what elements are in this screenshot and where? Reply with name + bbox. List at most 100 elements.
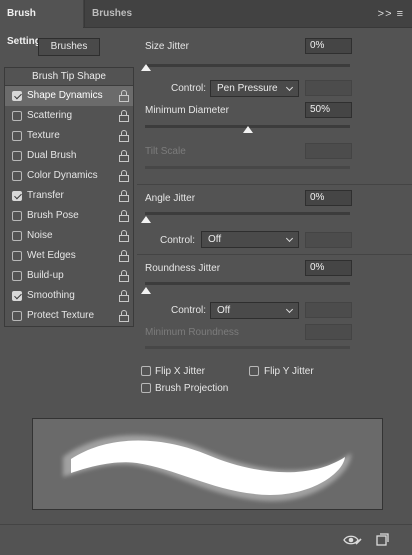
- sidebar-item-scattering[interactable]: Scattering: [5, 106, 133, 126]
- tab-brushes[interactable]: Brushes: [84, 0, 140, 28]
- minimum-diameter-field[interactable]: 50%: [305, 102, 352, 118]
- minimum-diameter-label: Minimum Diameter: [145, 105, 229, 116]
- tilt-scale-field: [305, 143, 352, 159]
- section-divider: [137, 184, 412, 185]
- lock-icon[interactable]: [119, 190, 129, 202]
- minimum-roundness-slider: [145, 346, 350, 349]
- lock-icon[interactable]: [119, 110, 129, 122]
- flip-y-checkbox[interactable]: [249, 366, 259, 376]
- sidebar-item-label: Dual Brush: [27, 150, 77, 161]
- lock-icon[interactable]: [119, 150, 129, 162]
- roundness-jitter-label: Roundness Jitter: [145, 263, 221, 274]
- minimum-roundness-label: Minimum Roundness: [145, 327, 239, 338]
- tab-brush-settings[interactable]: Brush Settings: [0, 0, 83, 47]
- lock-icon[interactable]: [119, 170, 129, 182]
- sidebar-item-checkbox[interactable]: [12, 111, 22, 121]
- roundness-jitter-slider[interactable]: [145, 282, 350, 285]
- sidebar-item-checkbox[interactable]: [12, 171, 22, 181]
- sidebar-item-color-dynamics[interactable]: Color Dynamics: [5, 166, 133, 186]
- panel-bottom-bar: [0, 524, 412, 555]
- new-preset-icon[interactable]: [375, 533, 389, 547]
- sidebar-item-checkbox[interactable]: [12, 231, 22, 241]
- brush-stroke-preview: [32, 418, 383, 510]
- roundness-jitter-field[interactable]: 0%: [305, 260, 352, 276]
- control2-dropdown[interactable]: Off: [201, 231, 299, 248]
- control2-value: Off: [208, 234, 222, 245]
- size-jitter-label: Size Jitter: [145, 41, 189, 52]
- size-jitter-field[interactable]: 0%: [305, 38, 352, 54]
- sidebar-item-transfer[interactable]: Transfer: [5, 186, 133, 206]
- sidebar-item-shape-dynamics[interactable]: Shape Dynamics: [5, 86, 133, 106]
- flip-y-label: Flip Y Jitter: [264, 366, 314, 377]
- brushes-button[interactable]: Brushes: [38, 38, 100, 56]
- control1-dropdown[interactable]: Pen Pressure: [210, 80, 299, 97]
- lock-icon[interactable]: [119, 130, 129, 142]
- size-jitter-slider-thumb[interactable]: [141, 64, 151, 71]
- brush-settings-list: Brush Tip Shape Shape Dynamics Scattering…: [4, 67, 134, 327]
- control2-secondary-field: [305, 232, 352, 248]
- tilt-scale-label: Tilt Scale: [145, 146, 186, 157]
- sidebar-item-checkbox[interactable]: [12, 311, 22, 321]
- brush-projection-label: Brush Projection: [155, 383, 229, 394]
- brush-projection-checkbox[interactable]: [141, 383, 151, 393]
- sidebar-item-checkbox[interactable]: [12, 211, 22, 221]
- panel-menu-button[interactable]: >> ≡: [378, 0, 404, 28]
- sidebar-item-label: Build-up: [27, 270, 64, 281]
- stroke-preview-graphic: [63, 435, 352, 502]
- angle-jitter-label: Angle Jitter: [145, 193, 196, 204]
- angle-jitter-slider[interactable]: [145, 212, 350, 215]
- minimum-roundness-field: [305, 324, 352, 340]
- control3-value: Off: [217, 305, 231, 316]
- angle-jitter-slider-thumb[interactable]: [141, 216, 151, 223]
- lock-icon[interactable]: [119, 290, 129, 302]
- control1-secondary-field: [305, 80, 352, 96]
- lock-icon[interactable]: [119, 210, 129, 222]
- panel-tab-bar: Brush Settings Brushes >> ≡: [0, 0, 412, 47]
- control1-label: Control:: [171, 83, 207, 94]
- sidebar-item-checkbox[interactable]: [12, 291, 22, 301]
- sidebar-item-protect-texture[interactable]: Protect Texture: [5, 306, 133, 326]
- sidebar-item-checkbox[interactable]: [12, 251, 22, 261]
- sidebar-item-brush-pose[interactable]: Brush Pose: [5, 206, 133, 226]
- lock-icon[interactable]: [119, 270, 129, 282]
- control3-secondary-field: [305, 302, 352, 318]
- sidebar-item-build-up[interactable]: Build-up: [5, 266, 133, 286]
- lock-icon[interactable]: [119, 310, 129, 322]
- sidebar-item-checkbox[interactable]: [12, 271, 22, 281]
- sidebar-item-label: Noise: [27, 230, 53, 241]
- sidebar-item-noise[interactable]: Noise: [5, 226, 133, 246]
- sidebar-item-label: Wet Edges: [27, 250, 76, 261]
- tilt-scale-slider: [145, 166, 350, 169]
- eye-brush-icon[interactable]: [343, 533, 363, 547]
- angle-jitter-field[interactable]: 0%: [305, 190, 352, 206]
- control3-dropdown[interactable]: Off: [210, 302, 299, 319]
- control3-label: Control:: [171, 305, 207, 316]
- lock-icon[interactable]: [119, 90, 129, 102]
- sidebar-item-label: Transfer: [27, 190, 64, 201]
- brush-tip-shape-item[interactable]: Brush Tip Shape: [5, 68, 133, 86]
- sidebar-item-label: Scattering: [27, 110, 73, 121]
- chevron-down-icon: [285, 83, 294, 92]
- sidebar-item-label: Color Dynamics: [27, 170, 98, 181]
- sidebar-item-texture[interactable]: Texture: [5, 126, 133, 146]
- section-divider: [137, 254, 412, 255]
- sidebar-item-checkbox[interactable]: [12, 151, 22, 161]
- sidebar-item-wet-edges[interactable]: Wet Edges: [5, 246, 133, 266]
- control1-value: Pen Pressure: [217, 83, 278, 94]
- chevron-down-icon: [285, 305, 294, 314]
- sidebar-item-dual-brush[interactable]: Dual Brush: [5, 146, 133, 166]
- roundness-jitter-slider-thumb[interactable]: [141, 287, 151, 294]
- lock-icon[interactable]: [119, 230, 129, 242]
- size-jitter-slider[interactable]: [145, 64, 350, 67]
- sidebar-item-label: Protect Texture: [27, 310, 95, 321]
- sidebar-item-checkbox[interactable]: [12, 91, 22, 101]
- sidebar-item-label: Smoothing: [27, 290, 75, 301]
- sidebar-item-label: Shape Dynamics: [27, 90, 103, 101]
- flip-x-checkbox[interactable]: [141, 366, 151, 376]
- minimum-diameter-slider-thumb[interactable]: [243, 126, 253, 133]
- sidebar-item-label: Texture: [27, 130, 60, 141]
- sidebar-item-checkbox[interactable]: [12, 191, 22, 201]
- sidebar-item-smoothing[interactable]: Smoothing: [5, 286, 133, 306]
- lock-icon[interactable]: [119, 250, 129, 262]
- sidebar-item-checkbox[interactable]: [12, 131, 22, 141]
